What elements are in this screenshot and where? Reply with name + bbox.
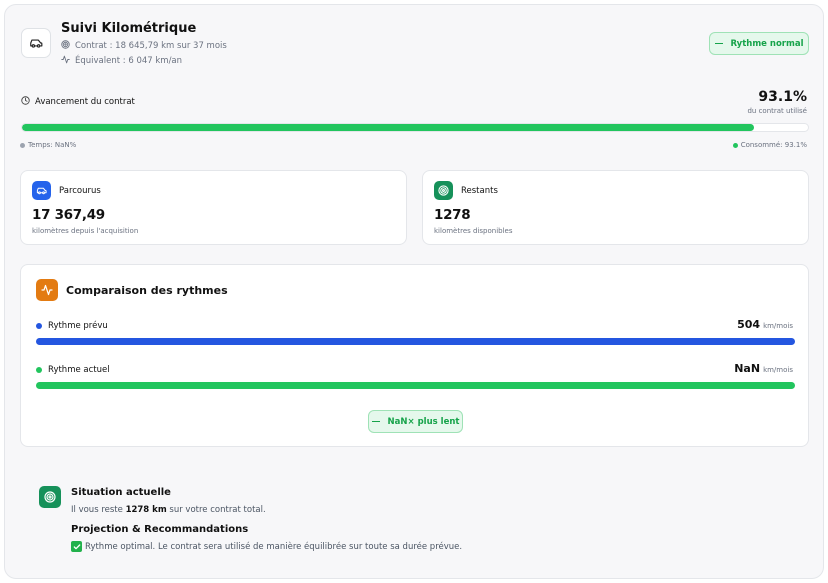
legend-consumed-text: Consommé: 93.1%	[740, 141, 807, 149]
status-badge-label: Rythme normal	[730, 38, 804, 49]
page-title: Suivi Kilométrique	[61, 21, 197, 36]
situation-text-after: sur votre contrat total.	[169, 505, 266, 515]
contract-text: Contrat : 18 645,79 km sur 37 mois	[75, 41, 227, 51]
stat-card-parcourus: Parcourus 17 367,49 kilomètres depuis l'…	[20, 170, 407, 245]
projection-text: Rythme optimal. Le contrat sera utilisé …	[71, 541, 462, 552]
actual-rate-bar	[36, 382, 795, 389]
actual-rate-unit: km/mois	[763, 366, 793, 374]
projection-title: Projection & Recommandations	[71, 524, 249, 535]
target-icon	[39, 486, 61, 508]
stat-card-restants: Restants 1278 kilomètres disponibles	[422, 170, 809, 245]
status-badge: Rythme normal	[709, 32, 809, 55]
progress-fill	[22, 124, 754, 131]
legend-time: Temps: NaN%	[20, 141, 76, 149]
actual-rate-text: Rythme actuel	[48, 365, 110, 375]
planned-rate-label: Rythme prévu	[36, 321, 108, 331]
gray-dot	[20, 142, 25, 148]
activity-icon	[61, 55, 70, 67]
planned-rate-bar	[36, 338, 795, 345]
progress-sub: du contrat utilisé	[747, 107, 807, 115]
target-icon	[434, 181, 453, 200]
car-icon	[21, 28, 51, 58]
planned-rate-value: 504 km/mois	[737, 318, 793, 331]
contract-info: Contrat : 18 645,79 km sur 37 mois	[61, 40, 227, 52]
stat-label: Parcourus	[59, 186, 101, 196]
projection-text-content: Rythme optimal. Le contrat sera utilisé …	[85, 541, 463, 552]
activity-icon	[36, 279, 58, 301]
progress-percent: 93.1%	[758, 89, 807, 105]
planned-rate-unit: km/mois	[763, 322, 793, 330]
progress-label: Avancement du contrat	[21, 96, 135, 108]
stat-value: 17 367,49	[32, 207, 105, 223]
planned-rate-text: Rythme prévu	[48, 321, 108, 331]
stat-value: 1278	[434, 207, 471, 223]
actual-rate-number: NaN	[734, 362, 761, 375]
blue-dot	[36, 323, 42, 329]
stat-label: Restants	[461, 186, 498, 196]
legend-consumed: Consommé: 93.1%	[732, 141, 807, 149]
stat-note: kilomètres depuis l'acquisition	[32, 227, 139, 235]
equivalent-text: Équivalent : 6 047 km/an	[75, 56, 183, 66]
progress-label-text: Avancement du contrat	[35, 97, 135, 107]
situation-title: Situation actuelle	[71, 487, 171, 498]
actual-rate-label: Rythme actuel	[36, 365, 110, 375]
planned-rate-number: 504	[737, 318, 761, 331]
progress-bar	[21, 123, 809, 132]
minus-icon	[371, 420, 380, 423]
actual-rate-value: NaN km/mois	[734, 362, 793, 375]
pace-badge-label: NaN× plus lent	[387, 416, 460, 427]
equivalent-info: Équivalent : 6 047 km/an	[61, 55, 182, 67]
stat-note: kilomètres disponibles	[434, 227, 513, 235]
situation-text-before: Il vous reste	[71, 505, 123, 515]
main-panel: Suivi Kilométrique Contrat : 18 645,79 k…	[4, 4, 824, 579]
green-dot	[732, 142, 738, 148]
pace-badge: NaN× plus lent	[368, 410, 463, 433]
situation-remaining: 1278 km	[125, 505, 167, 515]
car-icon	[32, 181, 51, 200]
check-icon	[71, 541, 82, 552]
comparison-card: Comparaison des rythmes Rythme prévu 504…	[20, 264, 809, 447]
situation-text: Il vous reste 1278 km sur votre contrat …	[71, 505, 266, 515]
legend-time-text: Temps: NaN%	[28, 141, 77, 149]
comparison-title: Comparaison des rythmes	[66, 284, 228, 297]
minus-icon	[714, 42, 723, 45]
green-dot	[36, 367, 42, 373]
target-icon	[61, 40, 70, 52]
clock-icon	[21, 96, 30, 108]
